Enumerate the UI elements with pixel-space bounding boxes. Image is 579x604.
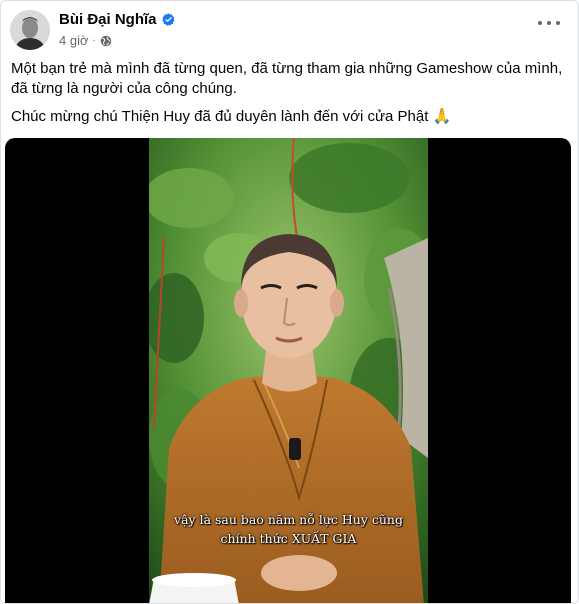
post-text-paragraph: Chúc mừng chú Thiện Huy đã đủ duyên lành… (11, 108, 452, 125)
avatar[interactable] (10, 10, 50, 50)
post-meta: 4 giờ · (59, 33, 112, 48)
author-row: Bùi Đại Nghĩa (59, 11, 175, 28)
more-options-icon[interactable] (538, 17, 560, 29)
avatar-image (10, 10, 50, 50)
subtitle-line: chính thức XUẤT GIA (220, 531, 357, 546)
verified-badge-icon (161, 13, 174, 26)
post-text-paragraph: Một bạn trẻ mà mình đã từng quen, đã từn… (11, 60, 563, 97)
video-player[interactable]: vậy là sau bao năm nỗ lực Huy cũng chính… (5, 138, 571, 603)
separator-dot: · (92, 35, 96, 46)
post-header: Bùi Đại Nghĩa 4 giờ · (1, 1, 578, 57)
author-name[interactable]: Bùi Đại Nghĩa (59, 11, 157, 28)
video-frame: vậy là sau bao năm nỗ lực Huy cũng chính… (149, 138, 428, 603)
post-text: Một bạn trẻ mà mình đã từng quen, đã từn… (11, 59, 567, 135)
globe-icon[interactable] (100, 35, 112, 47)
video-subtitle: vậy là sau bao năm nỗ lực Huy cũng chính… (149, 510, 428, 548)
post-time[interactable]: 4 giờ (59, 33, 89, 48)
facebook-post: Bùi Đại Nghĩa 4 giờ · Một bạn trẻ mà mìn… (0, 0, 579, 604)
subtitle-line: vậy là sau bao năm nỗ lực Huy cũng (174, 512, 403, 527)
